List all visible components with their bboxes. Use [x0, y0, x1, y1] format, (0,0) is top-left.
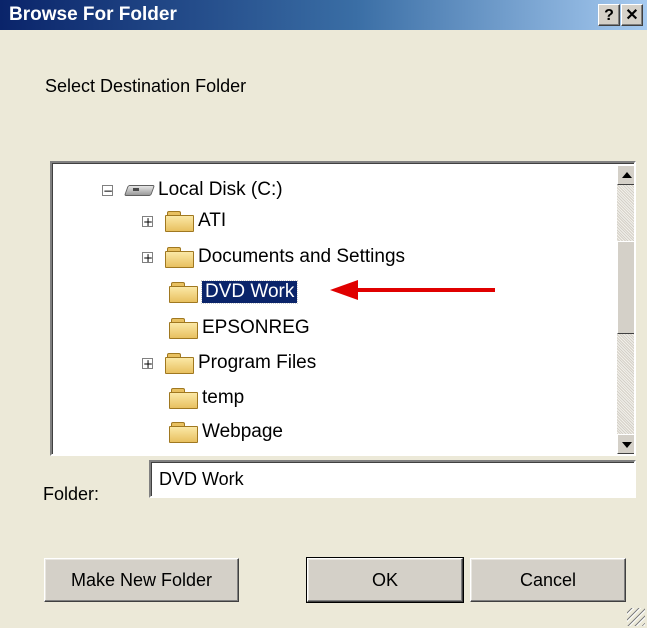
expand-icon[interactable]: + — [142, 357, 153, 370]
tree-item-label: Webpage — [202, 421, 283, 442]
tree-item-label: Local Disk (C:) — [158, 179, 283, 200]
tree-item-program-files[interactable]: + Program Files — [142, 350, 316, 376]
cancel-button[interactable]: Cancel — [470, 558, 626, 602]
annotation-arrow-head-icon — [330, 280, 358, 300]
tree-item-label: Program Files — [198, 352, 317, 373]
tree-item-label: temp — [202, 387, 245, 408]
folder-label: Folder: — [43, 484, 100, 504]
tree-item-label: EPSONREG — [202, 317, 310, 338]
tree-item-temp[interactable]: temp — [169, 385, 244, 411]
tree-item-label: Documents and Settings — [198, 246, 406, 267]
make-new-folder-label: Make New Folder — [70, 570, 213, 590]
tree-item-dvd-work[interactable]: DVD Work — [169, 279, 299, 305]
scroll-thumb[interactable] — [617, 241, 634, 334]
scroll-up-button[interactable] — [617, 165, 634, 185]
scroll-down-button[interactable] — [617, 434, 634, 454]
folder-icon — [165, 353, 194, 374]
tree-item-epsonreg[interactable]: EPSONREG — [169, 315, 310, 341]
tree-scrollbar[interactable] — [617, 165, 634, 454]
folder-icon — [165, 211, 194, 232]
folder-tree[interactable]: − Local Disk (C:) + ATI + Documents and … — [50, 161, 636, 456]
folder-icon — [169, 318, 198, 339]
folder-input[interactable] — [149, 460, 636, 498]
arrow-up-icon — [622, 172, 632, 178]
expand-icon[interactable]: + — [142, 251, 153, 264]
tree-item-webpage[interactable]: Webpage — [169, 419, 283, 445]
annotation-arrow-line — [355, 288, 495, 292]
resize-grip-icon[interactable] — [627, 608, 645, 626]
tree-item-label: ATI — [198, 210, 227, 231]
arrow-down-icon — [622, 442, 632, 448]
hard-disk-icon — [123, 182, 156, 198]
folder-icon — [169, 388, 198, 409]
folder-icon — [169, 422, 198, 443]
expand-icon[interactable]: + — [142, 215, 153, 228]
ok-button[interactable]: OK — [306, 557, 464, 603]
tree-item-documents-and-settings[interactable]: + Documents and Settings — [142, 244, 405, 270]
help-button[interactable]: ? — [598, 4, 620, 26]
close-button[interactable]: ✕ — [621, 4, 643, 26]
tree-item-local-disk[interactable]: − Local Disk (C:) — [102, 177, 283, 203]
prompt-text: Select Destination Folder — [45, 76, 247, 96]
make-new-folder-button[interactable]: Make New Folder — [44, 558, 239, 602]
tree-item-label-selected: DVD Work — [200, 280, 299, 304]
tree-item-ati[interactable]: + ATI — [142, 208, 226, 234]
title-bar: Browse For Folder ? ✕ — [0, 0, 647, 30]
window-title: Browse For Folder — [9, 4, 177, 25]
folder-open-icon — [169, 282, 198, 303]
folder-icon — [165, 247, 194, 268]
collapse-icon[interactable]: − — [102, 184, 113, 197]
